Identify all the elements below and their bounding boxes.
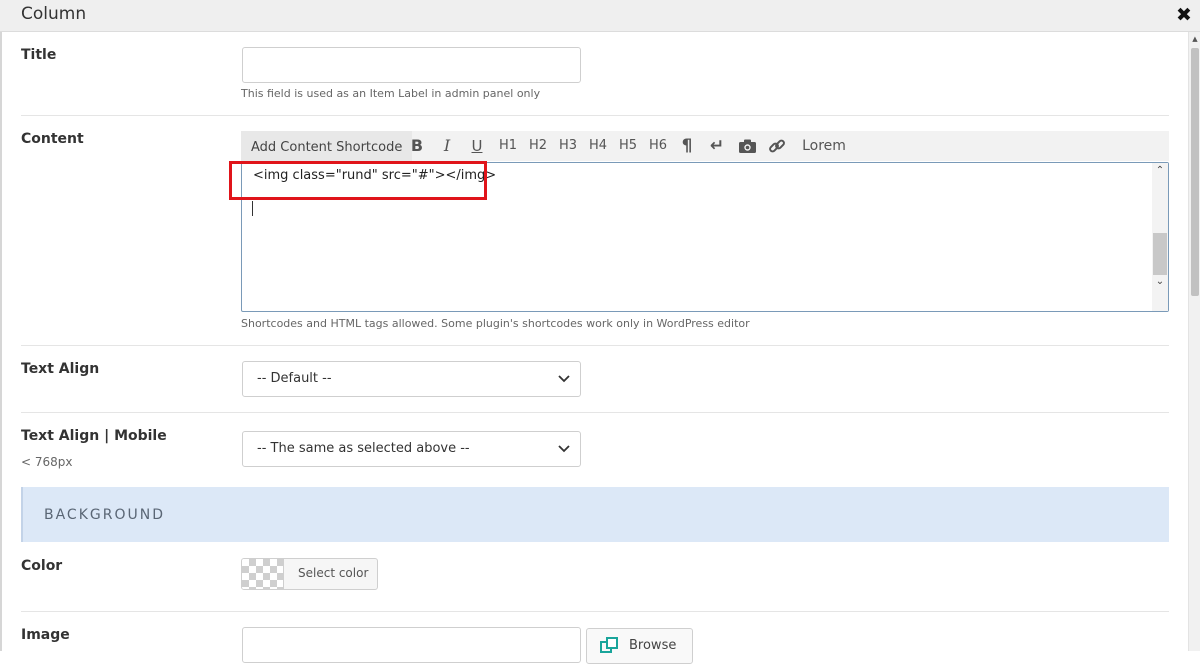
underline-button[interactable]: U bbox=[467, 131, 487, 161]
scroll-up-icon[interactable]: ▲ bbox=[1189, 32, 1200, 46]
text-align-value: -- Default -- bbox=[257, 371, 332, 386]
content-hint: Shortcodes and HTML tags allowed. Some p… bbox=[241, 317, 750, 330]
divider bbox=[21, 611, 1169, 612]
h6-button[interactable]: H6 bbox=[647, 131, 669, 161]
text-align-mobile-label: Text Align | Mobile bbox=[21, 428, 167, 444]
lorem-button[interactable]: Lorem bbox=[797, 131, 851, 161]
upload-icon bbox=[600, 637, 618, 657]
text-align-select[interactable]: -- Default -- bbox=[242, 361, 581, 397]
modal-scrollbar[interactable]: ▲ bbox=[1188, 32, 1200, 651]
background-section-title: BACKGROUND bbox=[44, 507, 165, 523]
text-align-mobile-value: -- The same as selected above -- bbox=[257, 441, 470, 456]
link-icon[interactable] bbox=[767, 131, 787, 161]
title-input[interactable] bbox=[242, 47, 581, 83]
divider bbox=[21, 115, 1169, 116]
browse-button[interactable]: Browse bbox=[586, 628, 693, 664]
left-border bbox=[0, 32, 2, 651]
image-url-input[interactable] bbox=[242, 627, 581, 663]
h2-button[interactable]: H2 bbox=[527, 131, 549, 161]
h1-button[interactable]: H1 bbox=[497, 131, 519, 161]
editor-toolbar: Add Content Shortcode B I U H1 H2 H3 H4 … bbox=[241, 131, 1169, 161]
linebreak-icon[interactable]: ↵ bbox=[707, 131, 727, 161]
color-label: Color bbox=[21, 558, 63, 574]
text-cursor bbox=[252, 201, 253, 216]
editor-scrollbar[interactable]: ⌃ ⌄ bbox=[1152, 163, 1168, 311]
divider bbox=[21, 412, 1169, 413]
background-section-header: BACKGROUND bbox=[21, 487, 1169, 542]
divider bbox=[21, 345, 1169, 346]
select-color-label: Select color bbox=[298, 566, 369, 580]
chevron-down-icon bbox=[558, 362, 570, 396]
title-label: Title bbox=[21, 47, 57, 63]
chevron-down-icon[interactable]: ⌄ bbox=[1152, 276, 1168, 287]
camera-icon[interactable] bbox=[737, 131, 757, 161]
highlight-box bbox=[229, 161, 487, 200]
text-align-mobile-select[interactable]: -- The same as selected above -- bbox=[242, 431, 581, 467]
paragraph-icon[interactable]: ¶ bbox=[677, 131, 697, 161]
color-swatch bbox=[242, 559, 284, 589]
scrollbar-thumb[interactable] bbox=[1191, 48, 1199, 296]
h3-button[interactable]: H3 bbox=[557, 131, 579, 161]
chevron-down-icon bbox=[558, 432, 570, 466]
content-label: Content bbox=[21, 131, 84, 147]
close-icon[interactable]: ✖ bbox=[1168, 0, 1200, 32]
add-content-shortcode-button[interactable]: Add Content Shortcode bbox=[241, 131, 413, 161]
select-color-button[interactable]: Select color bbox=[241, 558, 378, 590]
chevron-up-icon[interactable]: ⌃ bbox=[1152, 165, 1168, 176]
text-align-label: Text Align bbox=[21, 361, 100, 377]
bold-button[interactable]: B bbox=[407, 131, 427, 161]
title-hint: This field is used as an Item Label in a… bbox=[241, 87, 541, 100]
text-align-mobile-sublabel: < 768px bbox=[21, 455, 73, 469]
modal-title: Column bbox=[21, 4, 87, 24]
italic-button[interactable]: I bbox=[437, 131, 457, 161]
h4-button[interactable]: H4 bbox=[587, 131, 609, 161]
editor-scroll-thumb[interactable] bbox=[1153, 233, 1167, 275]
h5-button[interactable]: H5 bbox=[617, 131, 639, 161]
image-label: Image bbox=[21, 627, 70, 643]
modal-header: Column ✖ bbox=[0, 0, 1200, 32]
